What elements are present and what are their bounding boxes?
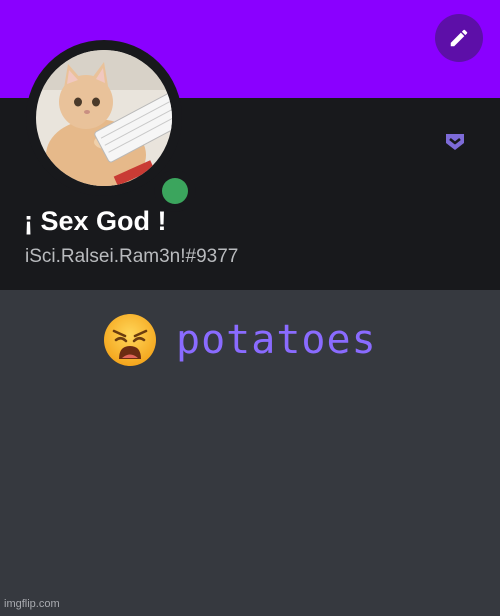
username-tag[interactable]: iSci.Ralsei.Ram3n!#9377 bbox=[25, 246, 238, 268]
watermark: imgflip.com bbox=[4, 598, 60, 610]
edit-profile-button[interactable] bbox=[435, 14, 483, 62]
display-name: ¡ Sex God ! bbox=[24, 206, 167, 236]
cat-at-keyboard-avatar bbox=[36, 50, 172, 186]
pencil-icon bbox=[450, 29, 468, 47]
hypesquad-chevron-icon[interactable] bbox=[443, 130, 467, 154]
avatar[interactable] bbox=[26, 40, 196, 212]
custom-status-text: potatoes bbox=[176, 317, 377, 363]
online-dot bbox=[162, 178, 188, 204]
custom-status: potatoes bbox=[102, 312, 377, 368]
weary-face-icon bbox=[104, 314, 156, 366]
